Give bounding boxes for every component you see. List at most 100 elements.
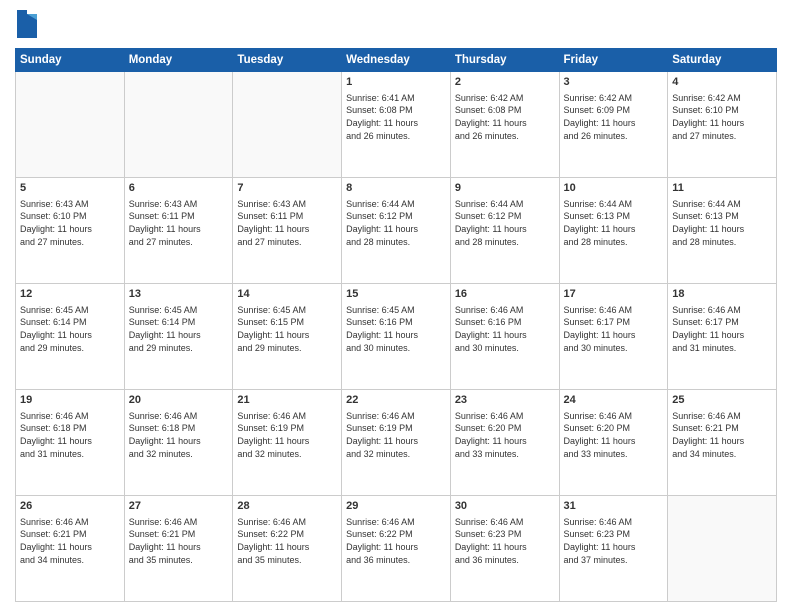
day-info: Sunrise: 6:46 AM Sunset: 6:19 PM Dayligh… [237,410,337,460]
day-cell: 4 Sunrise: 6:42 AM Sunset: 6:10 PM Daylig… [668,72,777,178]
day-number: 6 [129,181,229,196]
day-info: Sunrise: 6:44 AM Sunset: 6:13 PM Dayligh… [672,198,772,248]
day-number: 4 [672,75,772,90]
day-number: 24 [564,393,664,408]
day-number: 15 [346,287,446,302]
day-info: Sunrise: 6:46 AM Sunset: 6:19 PM Dayligh… [346,410,446,460]
header [15,10,777,40]
weekday-header-wednesday: Wednesday [342,49,451,72]
day-info: Sunrise: 6:46 AM Sunset: 6:23 PM Dayligh… [455,516,555,566]
day-number: 5 [20,181,120,196]
day-cell: 29Sunrise: 6:46 AM Sunset: 6:22 PM Dayli… [342,496,451,602]
day-info: Sunrise: 6:43 AM Sunset: 6:11 PM Dayligh… [129,198,229,248]
day-info: Sunrise: 6:46 AM Sunset: 6:18 PM Dayligh… [20,410,120,460]
day-number: 1 [346,75,446,90]
day-number: 21 [237,393,337,408]
day-cell: 26 Sunrise: 6:46 AM Sunset: 6:21 PM Dayli… [16,496,125,602]
day-cell [16,72,125,178]
day-number: 14 [237,287,337,302]
day-info: Sunrise: 6:46 AM Sunset: 6:22 PM Dayligh… [237,516,337,566]
day-info: Sunrise: 6:46 AM Sunset: 6:18 PM Dayligh… [129,410,229,460]
day-cell: 24 Sunrise: 6:46 AM Sunset: 6:20 PM Dayli… [559,390,668,496]
day-number: 23 [455,393,555,408]
day-number: 2 [455,75,555,90]
day-info: Sunrise: 6:46 AM Sunset: 6:21 PM Dayligh… [20,516,120,566]
day-cell: 21 Sunrise: 6:46 AM Sunset: 6:19 PM Dayli… [233,390,342,496]
day-cell: 16 Sunrise: 6:46 AM Sunset: 6:16 PM Dayli… [450,284,559,390]
day-number: 3 [564,75,664,90]
day-cell: 31Sunrise: 6:46 AM Sunset: 6:23 PM Dayli… [559,496,668,602]
weekday-header-friday: Friday [559,49,668,72]
day-number: 10 [564,181,664,196]
logo [15,10,43,40]
day-cell [233,72,342,178]
day-cell: 17Sunrise: 6:46 AM Sunset: 6:17 PM Dayli… [559,284,668,390]
week-row-3: 12 Sunrise: 6:45 AM Sunset: 6:14 PM Dayli… [16,284,777,390]
day-number: 16 [455,287,555,302]
day-number: 28 [237,499,337,514]
weekday-header-row: SundayMondayTuesdayWednesdayThursdayFrid… [16,49,777,72]
weekday-header-sunday: Sunday [16,49,125,72]
page: SundayMondayTuesdayWednesdayThursdayFrid… [0,0,792,612]
week-row-1: 1 Sunrise: 6:41 AM Sunset: 6:08 PM Daylig… [16,72,777,178]
day-number: 22 [346,393,446,408]
day-cell: 27Sunrise: 6:46 AM Sunset: 6:21 PM Dayli… [124,496,233,602]
day-number: 30 [455,499,555,514]
day-cell: 11 Sunrise: 6:44 AM Sunset: 6:13 PM Dayli… [668,178,777,284]
day-number: 18 [672,287,772,302]
week-row-4: 19Sunrise: 6:46 AM Sunset: 6:18 PM Dayli… [16,390,777,496]
day-info: Sunrise: 6:45 AM Sunset: 6:14 PM Dayligh… [20,304,120,354]
day-info: Sunrise: 6:44 AM Sunset: 6:12 PM Dayligh… [455,198,555,248]
day-cell: 18Sunrise: 6:46 AM Sunset: 6:17 PM Dayli… [668,284,777,390]
day-info: Sunrise: 6:46 AM Sunset: 6:20 PM Dayligh… [455,410,555,460]
day-number: 8 [346,181,446,196]
day-cell: 30 Sunrise: 6:46 AM Sunset: 6:23 PM Dayli… [450,496,559,602]
day-info: Sunrise: 6:42 AM Sunset: 6:10 PM Dayligh… [672,92,772,142]
day-number: 27 [129,499,229,514]
day-cell [124,72,233,178]
day-info: Sunrise: 6:41 AM Sunset: 6:08 PM Dayligh… [346,92,446,142]
day-info: Sunrise: 6:43 AM Sunset: 6:10 PM Dayligh… [20,198,120,248]
week-row-2: 5 Sunrise: 6:43 AM Sunset: 6:10 PM Daylig… [16,178,777,284]
day-cell: 28 Sunrise: 6:46 AM Sunset: 6:22 PM Dayli… [233,496,342,602]
day-info: Sunrise: 6:42 AM Sunset: 6:09 PM Dayligh… [564,92,664,142]
day-cell: 13 Sunrise: 6:45 AM Sunset: 6:14 PM Dayli… [124,284,233,390]
day-cell: 15 Sunrise: 6:45 AM Sunset: 6:16 PM Dayli… [342,284,451,390]
day-cell: 9 Sunrise: 6:44 AM Sunset: 6:12 PM Daylig… [450,178,559,284]
day-number: 7 [237,181,337,196]
day-cell: 20 Sunrise: 6:46 AM Sunset: 6:18 PM Dayli… [124,390,233,496]
day-info: Sunrise: 6:46 AM Sunset: 6:22 PM Dayligh… [346,516,446,566]
day-info: Sunrise: 6:45 AM Sunset: 6:14 PM Dayligh… [129,304,229,354]
day-info: Sunrise: 6:43 AM Sunset: 6:11 PM Dayligh… [237,198,337,248]
day-cell: 23 Sunrise: 6:46 AM Sunset: 6:20 PM Dayli… [450,390,559,496]
day-cell: 12 Sunrise: 6:45 AM Sunset: 6:14 PM Dayli… [16,284,125,390]
day-number: 31 [564,499,664,514]
day-cell: 6 Sunrise: 6:43 AM Sunset: 6:11 PM Daylig… [124,178,233,284]
day-cell: 5 Sunrise: 6:43 AM Sunset: 6:10 PM Daylig… [16,178,125,284]
weekday-header-monday: Monday [124,49,233,72]
day-number: 9 [455,181,555,196]
day-cell: 14 Sunrise: 6:45 AM Sunset: 6:15 PM Dayli… [233,284,342,390]
day-cell [668,496,777,602]
day-number: 11 [672,181,772,196]
day-info: Sunrise: 6:42 AM Sunset: 6:08 PM Dayligh… [455,92,555,142]
day-info: Sunrise: 6:46 AM Sunset: 6:16 PM Dayligh… [455,304,555,354]
weekday-header-thursday: Thursday [450,49,559,72]
day-cell: 8Sunrise: 6:44 AM Sunset: 6:12 PM Daylig… [342,178,451,284]
weekday-header-tuesday: Tuesday [233,49,342,72]
day-info: Sunrise: 6:46 AM Sunset: 6:17 PM Dayligh… [564,304,664,354]
week-row-5: 26 Sunrise: 6:46 AM Sunset: 6:21 PM Dayli… [16,496,777,602]
day-number: 12 [20,287,120,302]
day-info: Sunrise: 6:45 AM Sunset: 6:16 PM Dayligh… [346,304,446,354]
day-cell: 3 Sunrise: 6:42 AM Sunset: 6:09 PM Daylig… [559,72,668,178]
day-info: Sunrise: 6:46 AM Sunset: 6:20 PM Dayligh… [564,410,664,460]
day-info: Sunrise: 6:45 AM Sunset: 6:15 PM Dayligh… [237,304,337,354]
calendar-table: SundayMondayTuesdayWednesdayThursdayFrid… [15,48,777,602]
day-number: 26 [20,499,120,514]
day-info: Sunrise: 6:44 AM Sunset: 6:13 PM Dayligh… [564,198,664,248]
weekday-header-saturday: Saturday [668,49,777,72]
day-number: 20 [129,393,229,408]
day-cell: 25Sunrise: 6:46 AM Sunset: 6:21 PM Dayli… [668,390,777,496]
day-cell: 19Sunrise: 6:46 AM Sunset: 6:18 PM Dayli… [16,390,125,496]
day-number: 13 [129,287,229,302]
